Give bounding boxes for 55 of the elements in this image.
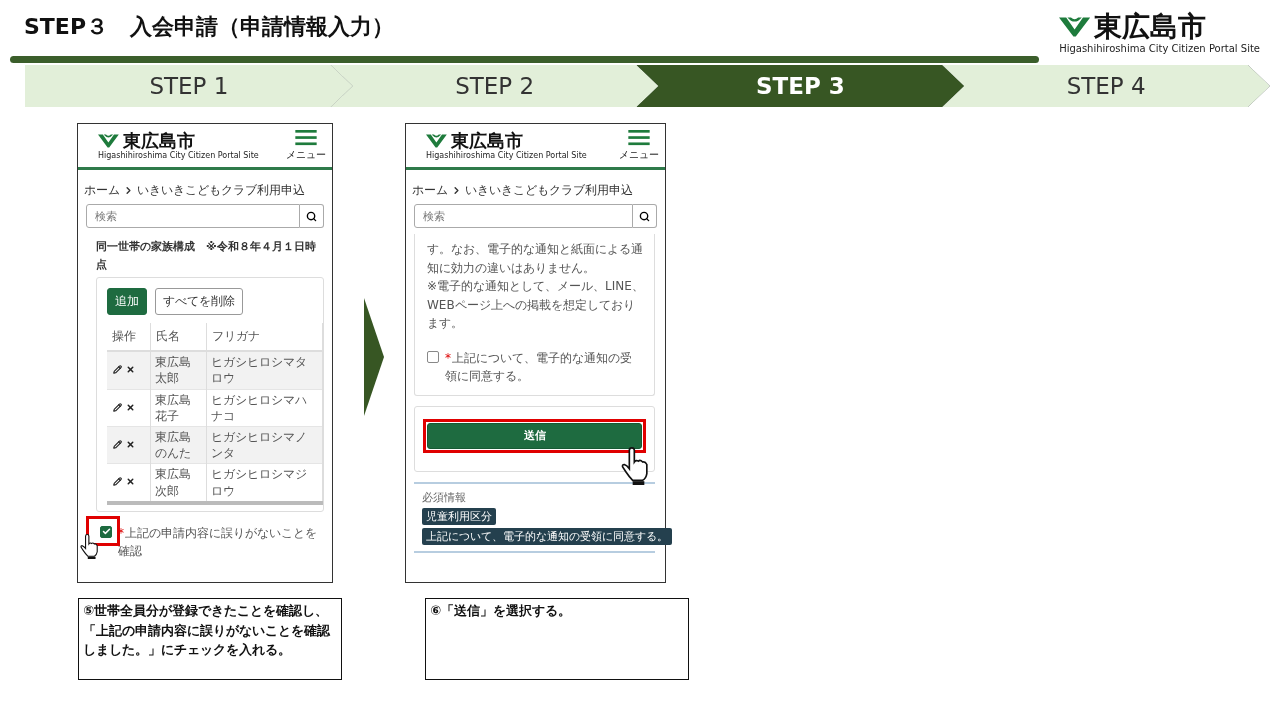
pointing-hand-icon — [621, 446, 651, 486]
chevron-right-icon — [123, 185, 134, 196]
site-logo-text: 東広島市 — [122, 131, 195, 151]
checkbox[interactable] — [100, 525, 112, 538]
table-cell: 東広島次郎 — [150, 463, 207, 503]
table-cell: ヒガシヒロシマタロウ — [206, 351, 323, 390]
pointing-hand-icon — [80, 533, 100, 560]
search-icon — [306, 210, 317, 222]
menu-button[interactable]: メニュー — [619, 129, 659, 162]
search-icon — [639, 210, 650, 222]
logo-subtitle: Higashihiroshima City Citizen Portal Site — [1059, 42, 1260, 54]
table-cell: 東広島花子 — [150, 389, 207, 427]
search-button[interactable] — [300, 204, 324, 228]
section-title: 同一世帯の家族構成 ※令和８年４月１日時点 — [96, 239, 317, 273]
submit-button[interactable]: 送信 — [427, 422, 642, 449]
pencil-icon[interactable] — [111, 365, 124, 375]
search-field[interactable]: 検索 — [414, 204, 633, 228]
pencil-icon[interactable] — [111, 440, 124, 450]
site-logo-subtitle: Higashihiroshima City Citizen Portal Site — [98, 150, 259, 160]
required-tag: 児童利用区分 — [422, 507, 496, 525]
logo-mark-icon — [426, 133, 447, 149]
breadcrumb-link[interactable]: いきいきこどもクラブ利用申込 — [137, 182, 305, 199]
pencil-icon[interactable] — [111, 477, 124, 487]
add-button[interactable]: 追加 — [107, 288, 147, 316]
checkbox-label: *上記について、電子的な通知の受領に同意する。 — [445, 349, 633, 385]
breadcrumb-link[interactable]: ホーム — [412, 182, 448, 199]
page-title: STEP３ 入会申請（申請情報入力） — [24, 13, 395, 41]
notice-text: す。なお、電子的な通知と紙面による通知に効力の違いはありません。 — [427, 241, 644, 277]
logo-mark-icon — [1059, 15, 1091, 40]
table-cell: ヒガシヒロシマハナコ — [206, 389, 323, 427]
logo-text: 東広島市 — [1094, 12, 1207, 43]
breadcrumb-link[interactable]: いきいきこどもクラブ利用申込 — [465, 182, 633, 199]
triangle-arrow-icon — [364, 298, 384, 416]
checkbox[interactable] — [427, 350, 439, 363]
caption-box: ⑥「送信」を選択する。 — [425, 598, 689, 680]
menu-icon — [628, 129, 650, 146]
search-button[interactable] — [633, 204, 657, 228]
table-cell: 東広島のんた — [150, 426, 207, 464]
table-cell: 東広島太郎 — [150, 351, 207, 390]
site-logo-subtitle: Higashihiroshima City Citizen Portal Site — [426, 150, 587, 160]
menu-icon — [295, 129, 317, 146]
logo-mark-icon — [98, 133, 119, 149]
required-tag: 上記について、電子的な通知の受領に同意する。 — [422, 527, 672, 545]
search-field[interactable]: 検索 — [86, 204, 300, 228]
table-cell: ヒガシヒロシマノンタ — [206, 426, 323, 464]
breadcrumb-link[interactable]: ホーム — [84, 182, 120, 199]
delete-all-button[interactable]: すべてを削除 — [155, 288, 243, 316]
menu-button[interactable]: メニュー — [286, 129, 326, 162]
notice-text: ※電子的な通知として、メール、LINE、WEBページ上への掲載を想定しております。 — [427, 278, 645, 333]
required-info-title: 必須情報 — [422, 489, 466, 505]
caption-box: ⑤世帯全員分が登録できたことを確認し、「上記の申請内容に誤りがないことを確認しました。」にチェックを入れる。 — [78, 598, 342, 680]
table-cell: ヒガシヒロシマジロウ — [206, 463, 323, 503]
chevron-right-icon — [451, 185, 462, 196]
pencil-icon[interactable] — [111, 402, 124, 412]
site-logo-text: 東広島市 — [450, 131, 523, 151]
